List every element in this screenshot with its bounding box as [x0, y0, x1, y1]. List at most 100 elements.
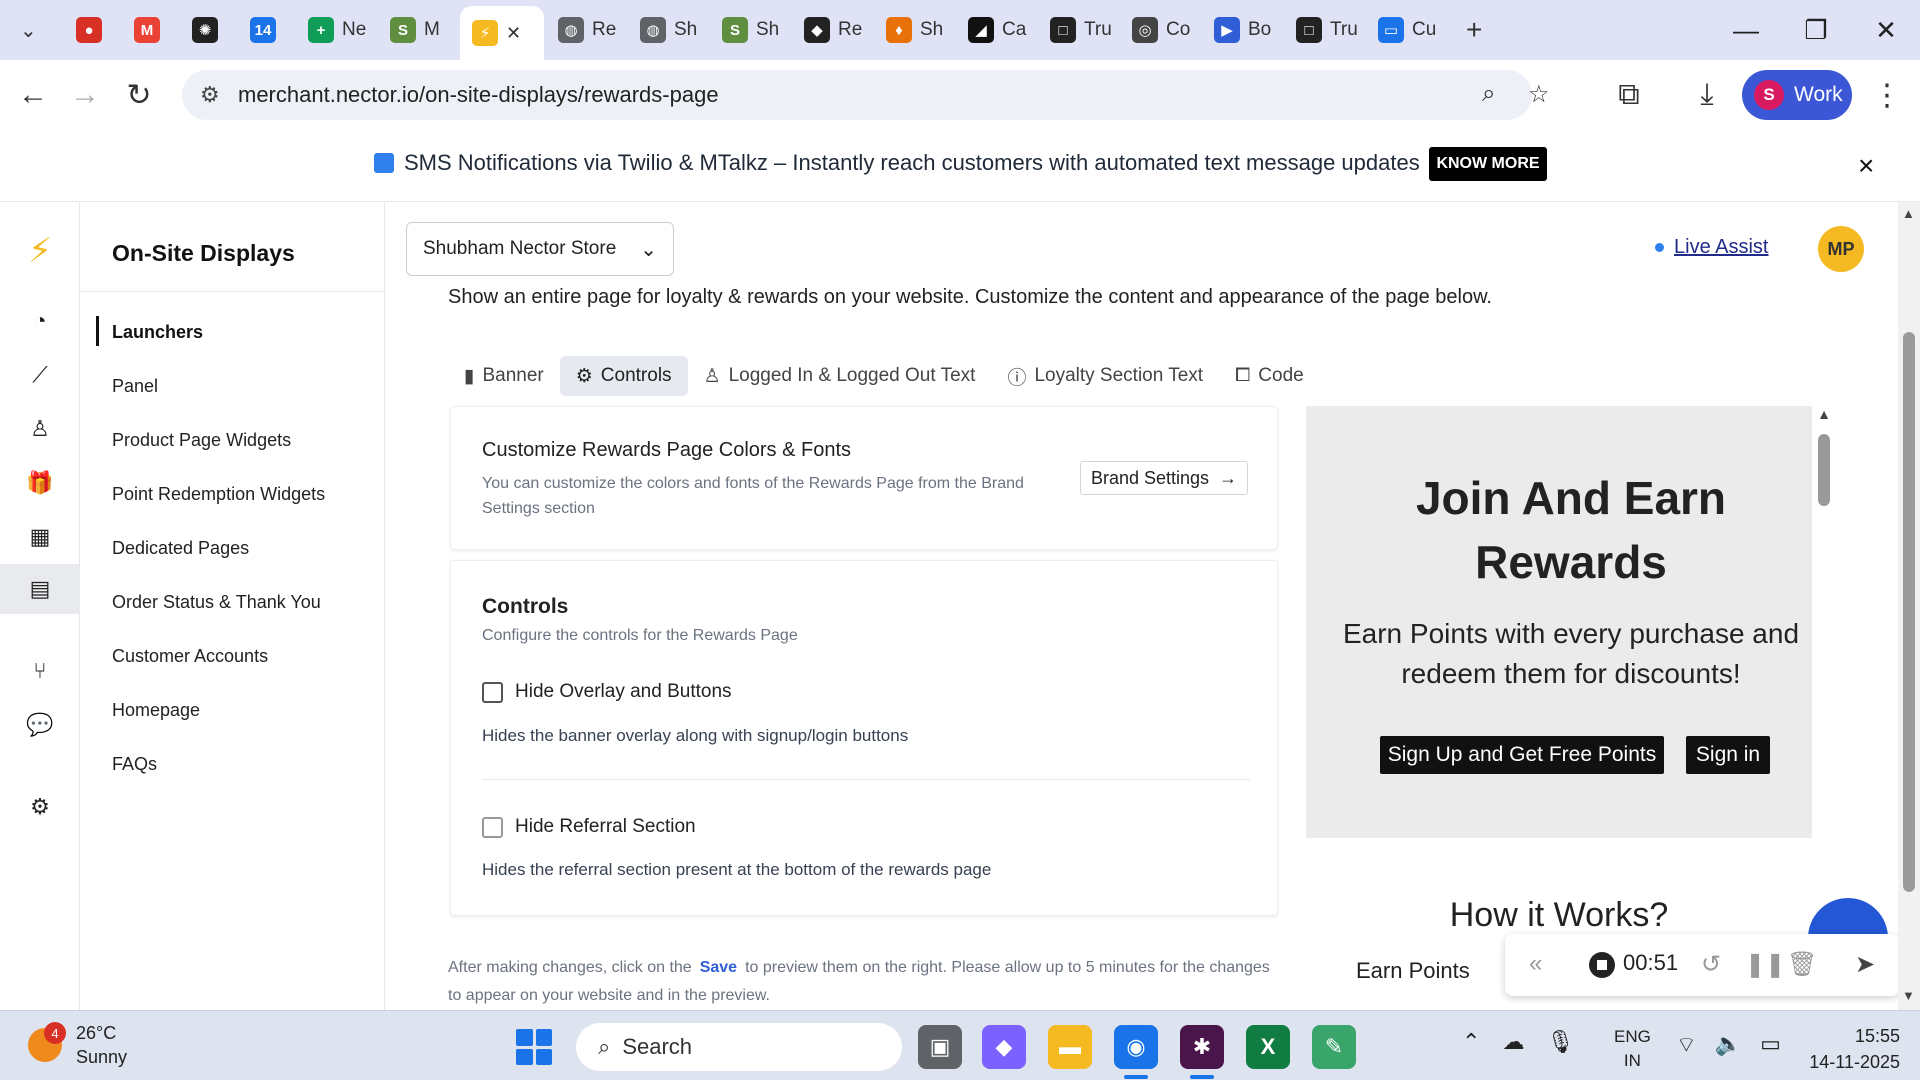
system-clock[interactable]: 15:55 14-11-2025: [1800, 1023, 1900, 1075]
know-more-button[interactable]: KNOW MORE: [1429, 147, 1547, 181]
sidebar-item-dedicated-pages[interactable]: Dedicated Pages: [112, 538, 249, 559]
site-info-icon[interactable]: ⚙: [200, 82, 220, 108]
restart-icon[interactable]: ↺: [1701, 950, 1721, 979]
browser-tab[interactable]: □ Tru: [1038, 8, 1118, 52]
new-tab-button[interactable]: +: [1454, 8, 1494, 52]
browser-tab[interactable]: ▭ Cu: [1366, 8, 1446, 52]
hide-overlay-checkbox[interactable]: [482, 681, 503, 703]
battery-icon[interactable]: ▭: [1760, 1031, 1781, 1059]
rewards-icon[interactable]: 🎁: [0, 458, 80, 508]
stop-recording-button[interactable]: [1589, 952, 1615, 978]
browser-tab[interactable]: S Sh: [710, 8, 790, 52]
page-scrollbar[interactable]: ▲ ▼: [1898, 202, 1920, 1010]
zoom-icon[interactable]: ⌕: [1482, 80, 1495, 108]
displays-icon[interactable]: ▤: [0, 564, 80, 614]
reload-button[interactable]: ↻: [118, 74, 160, 116]
windows-start-icon[interactable]: [516, 1029, 552, 1065]
browser-tab[interactable]: ◆ Re: [792, 8, 872, 52]
restore-button[interactable]: ❐: [1786, 10, 1846, 50]
close-window-button[interactable]: ✕: [1856, 10, 1916, 50]
profile-button[interactable]: S Work: [1742, 70, 1852, 120]
browser-tab[interactable]: ◢ Ca: [956, 8, 1036, 52]
microphone-icon[interactable]: 🎙: [1546, 1029, 1574, 1055]
save-link[interactable]: Save: [692, 959, 745, 976]
delete-icon[interactable]: 🗑: [1787, 950, 1817, 979]
pause-icon[interactable]: ❚❚: [1745, 950, 1785, 979]
notepad-icon[interactable]: ✎: [1312, 1025, 1356, 1069]
avatar[interactable]: MP: [1818, 226, 1864, 272]
scroll-down-icon[interactable]: ▼: [1902, 988, 1915, 1003]
browser-tab[interactable]: ◍ Re: [546, 8, 626, 52]
browser-tab[interactable]: ◍ Sh: [628, 8, 708, 52]
settings-icon[interactable]: ⚙: [0, 782, 80, 832]
store-selector[interactable]: Shubham Nector Store ⌄: [406, 222, 674, 276]
browser-tab[interactable]: ●: [64, 8, 120, 52]
file-explorer-icon[interactable]: ▬: [1048, 1025, 1092, 1069]
scroll-up-icon[interactable]: ▲: [1817, 406, 1831, 422]
forward-button[interactable]: →: [64, 74, 106, 116]
tab-banner[interactable]: ▮ Banner: [448, 356, 560, 396]
sidebar-item-faqs[interactable]: FAQs: [112, 754, 157, 775]
sidebar-item-point-redemption-widgets[interactable]: Point Redemption Widgets: [112, 484, 325, 505]
sidebar-item-launchers[interactable]: Launchers: [112, 322, 203, 343]
close-icon[interactable]: ×: [1858, 150, 1874, 182]
customers-icon[interactable]: ♙: [0, 404, 80, 454]
widgets-icon[interactable]: ▦: [0, 512, 80, 562]
tab-code[interactable]: ⧠ Code: [1219, 356, 1320, 396]
sidebar-item-homepage[interactable]: Homepage: [112, 700, 200, 721]
copilot-icon[interactable]: ◆: [982, 1025, 1026, 1069]
hide-overlay-option[interactable]: Hide Overlay and Buttons: [482, 681, 732, 703]
brand-settings-button[interactable]: Brand Settings →: [1080, 461, 1248, 495]
hide-referral-checkbox[interactable]: [482, 816, 503, 838]
tab-controls[interactable]: ⚙ Controls: [559, 356, 688, 396]
close-tab-icon[interactable]: ✕: [506, 23, 521, 44]
minimize-button[interactable]: —: [1716, 10, 1776, 50]
taskbar-search[interactable]: ⌕ Search: [576, 1023, 902, 1071]
task-view-icon[interactable]: ▣: [918, 1025, 962, 1069]
language-indicator[interactable]: ENG IN: [1614, 1025, 1651, 1073]
browser-tab[interactable]: 14: [238, 8, 294, 52]
bookmark-star-icon[interactable]: ☆: [1528, 80, 1550, 109]
signup-button[interactable]: Sign Up and Get Free Points: [1380, 736, 1664, 774]
browser-tab[interactable]: ✺: [180, 8, 236, 52]
tab-loyalty-section-text[interactable]: ⓘ Loyalty Section Text: [991, 356, 1219, 396]
chevron-up-icon[interactable]: ⌃: [1462, 1029, 1480, 1055]
collapse-icon[interactable]: «: [1529, 950, 1542, 978]
volume-icon[interactable]: 🔈: [1715, 1031, 1742, 1059]
extensions-icon[interactable]: ⧉: [1608, 74, 1650, 116]
browser-tab[interactable]: + Ne: [296, 8, 376, 52]
browser-tab[interactable]: M: [122, 8, 178, 52]
tab-logged-in-out-text[interactable]: ♙ Logged In & Logged Out Text: [688, 356, 992, 396]
browser-tab[interactable]: ⚡ ✕: [460, 6, 544, 60]
live-assist-link[interactable]: Live Assist: [1655, 236, 1768, 259]
scroll-thumb[interactable]: [1818, 434, 1830, 506]
chrome-icon[interactable]: ◉: [1114, 1025, 1158, 1069]
browser-tab[interactable]: □ Tru: [1284, 8, 1364, 52]
download-icon[interactable]: ⤓: [1686, 74, 1728, 116]
onedrive-icon[interactable]: ☁: [1502, 1029, 1524, 1055]
tab-search-button[interactable]: ⌄: [8, 8, 64, 52]
slack-icon[interactable]: ✱: [1180, 1025, 1224, 1069]
sidebar-item-customer-accounts[interactable]: Customer Accounts: [112, 646, 268, 667]
wifi-icon[interactable]: ⌔: [1676, 1031, 1697, 1059]
sidebar-item-product-page-widgets[interactable]: Product Page Widgets: [112, 430, 291, 451]
browser-tab[interactable]: ♦ Sh: [874, 8, 954, 52]
workflow-icon[interactable]: ⑂: [0, 646, 80, 696]
browser-tab[interactable]: ◎ Co: [1120, 8, 1200, 52]
signin-button[interactable]: Sign in: [1686, 736, 1770, 774]
sidebar-item-panel[interactable]: Panel: [112, 376, 158, 397]
scroll-up-icon[interactable]: ▲: [1902, 206, 1915, 221]
excel-icon[interactable]: X: [1246, 1025, 1290, 1069]
scroll-thumb[interactable]: [1903, 332, 1915, 892]
hide-referral-option[interactable]: Hide Referral Section: [482, 816, 696, 838]
dashboard-icon[interactable]: ◔: [0, 296, 80, 346]
url-input[interactable]: ⚙ merchant.nector.io/on-site-displays/re…: [182, 70, 1550, 120]
browser-menu-icon[interactable]: ⋮: [1866, 74, 1908, 116]
chat-icon[interactable]: 💬: [0, 700, 80, 750]
weather-widget[interactable]: 4 26°C Sunny: [28, 1021, 127, 1069]
analytics-icon[interactable]: ⟋: [0, 350, 80, 400]
nector-logo-icon[interactable]: ⚡: [0, 226, 80, 276]
cursor-icon[interactable]: ➤: [1855, 950, 1875, 979]
back-button[interactable]: ←: [12, 74, 54, 116]
browser-tab[interactable]: SM: [378, 8, 458, 52]
